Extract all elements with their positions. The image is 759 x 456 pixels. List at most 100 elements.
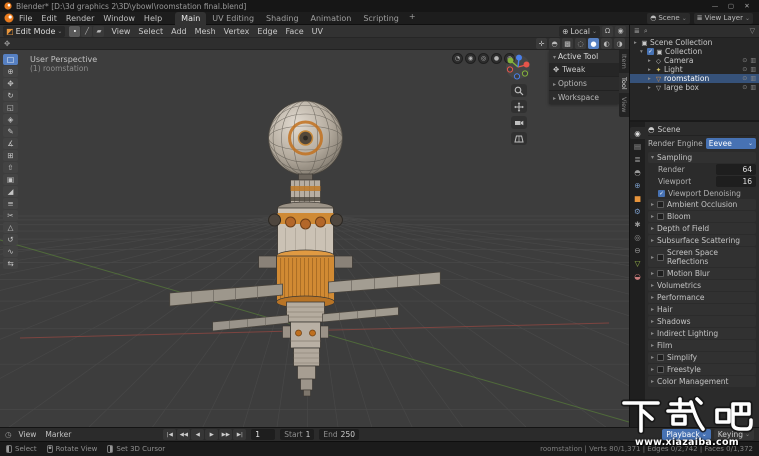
jump-to-end-button[interactable]: ▶| bbox=[233, 429, 247, 440]
section-screen-space-reflections[interactable]: ▸ Screen Space Reflections bbox=[648, 247, 756, 267]
outliner-row-collection[interactable]: ▾ ✓ ▣ Collection bbox=[630, 47, 759, 56]
menu-render[interactable]: Render bbox=[62, 12, 98, 25]
tool-loop-cut[interactable]: ≡ bbox=[3, 198, 18, 209]
outliner-display-icon[interactable]: ≣ bbox=[634, 27, 640, 35]
active-tool-row[interactable]: ✥ Tweak bbox=[549, 63, 619, 76]
close-button[interactable]: ✕ bbox=[739, 0, 755, 12]
menu-vertex[interactable]: Vertex bbox=[221, 27, 253, 36]
tool-bevel[interactable]: ◢ bbox=[3, 186, 18, 197]
minimize-button[interactable]: — bbox=[707, 0, 723, 12]
timeline-menu-view[interactable]: View bbox=[17, 430, 39, 439]
tab-render[interactable]: ◉ bbox=[630, 127, 645, 139]
timeline-menu-marker[interactable]: Marker bbox=[43, 430, 73, 439]
show-overlays-button[interactable]: ◎ bbox=[478, 53, 489, 64]
workspace-tab-uv-editing[interactable]: UV Editing bbox=[206, 12, 260, 25]
options-section[interactable]: ▸ Options bbox=[549, 76, 619, 90]
shading-wireframe-button[interactable]: ◌ bbox=[575, 38, 586, 49]
keying-menu[interactable]: Keying ⌄ bbox=[713, 429, 754, 440]
workspace-tab-main[interactable]: Main bbox=[175, 11, 207, 25]
show-gizmos-button[interactable]: ◉ bbox=[465, 53, 476, 64]
menu-mesh[interactable]: Mesh bbox=[192, 27, 219, 36]
workspace-section[interactable]: ▸ Workspace bbox=[549, 90, 619, 104]
outliner-row-large-box[interactable]: ▸ ▽ large box ⊙ ▥ bbox=[630, 83, 759, 92]
render-engine-dropdown[interactable]: Eevee ⌄ bbox=[705, 138, 756, 149]
face-select-button[interactable]: ▰ bbox=[93, 25, 105, 37]
tab-output[interactable]: ▤ bbox=[630, 140, 645, 152]
tab-world[interactable]: ⊕ bbox=[630, 179, 645, 191]
tab-object-data[interactable]: ▽ bbox=[630, 257, 645, 269]
camera-view-button[interactable] bbox=[511, 116, 527, 129]
view-layer-selector[interactable]: ≣ View Layer ⌄ bbox=[693, 12, 753, 24]
eye-icon[interactable]: ⊙ bbox=[742, 57, 747, 64]
section-checkbox[interactable] bbox=[657, 366, 665, 373]
workspace-tab-shading[interactable]: Shading bbox=[260, 12, 305, 25]
menu-add[interactable]: Add bbox=[168, 27, 190, 36]
viewport-samples-field[interactable]: 16 bbox=[716, 176, 756, 187]
scene-selector[interactable]: ◓ Scene ⌄ bbox=[647, 12, 690, 24]
outliner-row-scene-collection[interactable]: ▸ ▣ Scene Collection bbox=[630, 38, 759, 47]
render-visibility-icon[interactable]: ▥ bbox=[750, 57, 756, 64]
play-button[interactable]: ▶ bbox=[205, 429, 219, 440]
frame-start-field[interactable]: Start 1 bbox=[280, 429, 315, 440]
viewport-denoising-checkbox[interactable]: ✓ bbox=[658, 190, 665, 197]
section-freestyle[interactable]: ▸ Freestyle bbox=[648, 364, 756, 375]
tool-cursor[interactable]: ⊕ bbox=[3, 66, 18, 77]
show-gizmo-toggle[interactable]: ✛ bbox=[536, 38, 547, 49]
vertex-select-button[interactable]: ∙ bbox=[69, 25, 81, 37]
prev-keyframe-button[interactable]: ◀◀ bbox=[177, 429, 191, 440]
tool-spin[interactable]: ↺ bbox=[3, 234, 18, 245]
next-keyframe-button[interactable]: ▶▶ bbox=[219, 429, 233, 440]
maximize-button[interactable]: ▢ bbox=[723, 0, 739, 12]
eye-icon[interactable]: ⊙ bbox=[742, 66, 747, 73]
section-subsurface-scattering[interactable]: ▸ Subsurface Scattering bbox=[648, 235, 756, 246]
section-indirect-lighting[interactable]: ▸ Indirect Lighting bbox=[648, 328, 756, 339]
add-workspace-button[interactable]: + bbox=[405, 12, 420, 25]
tab-material[interactable]: ◒ bbox=[630, 270, 645, 282]
section-volumetrics[interactable]: ▸ Volumetrics bbox=[648, 280, 756, 291]
render-samples-field[interactable]: 64 bbox=[716, 164, 756, 175]
proportional-edit-toggle[interactable]: ◉ bbox=[615, 25, 626, 37]
tool-add-cube[interactable]: ⊞ bbox=[3, 150, 18, 161]
frame-end-field[interactable]: End 250 bbox=[319, 429, 359, 440]
snap-magnet-toggle[interactable]: Ω bbox=[602, 25, 613, 37]
menu-edit[interactable]: Edit bbox=[37, 12, 61, 25]
current-frame-field[interactable]: 1 bbox=[251, 429, 276, 440]
outliner-row-light[interactable]: ▸ ✦ Light ⊙ ▥ bbox=[630, 65, 759, 74]
tab-object[interactable]: ■ bbox=[630, 192, 645, 204]
section-color-management[interactable]: ▸ Color Management bbox=[648, 376, 756, 387]
tab-view-layer[interactable]: ≣ bbox=[630, 153, 645, 165]
blender-menu-icon[interactable] bbox=[4, 13, 14, 23]
tool-transform[interactable]: ◈ bbox=[3, 114, 18, 125]
edge-select-button[interactable]: ╱ bbox=[81, 25, 93, 37]
menu-select[interactable]: Select bbox=[135, 27, 166, 36]
mode-dropdown[interactable]: ◩ Edit Mode ⌄ bbox=[3, 25, 66, 37]
section-checkbox[interactable] bbox=[657, 253, 665, 261]
eye-icon[interactable]: ⊙ bbox=[742, 84, 747, 91]
tool-measure[interactable]: ∡ bbox=[3, 138, 18, 149]
section-depth-of-field[interactable]: ▸ Depth of Field bbox=[648, 223, 756, 234]
section-film[interactable]: ▸ Film bbox=[648, 340, 756, 351]
tool-scale[interactable]: ◱ bbox=[3, 102, 18, 113]
workspace-tab-animation[interactable]: Animation bbox=[305, 12, 358, 25]
section-hair[interactable]: ▸ Hair bbox=[648, 304, 756, 315]
search-icon[interactable]: ⌕ bbox=[644, 27, 648, 36]
section-simplify[interactable]: ▸ Simplify bbox=[648, 352, 756, 363]
shading-solid-button[interactable]: ● bbox=[491, 53, 502, 64]
section-motion-blur[interactable]: ▸ Motion Blur bbox=[648, 268, 756, 279]
play-reverse-button[interactable]: ◀ bbox=[191, 429, 205, 440]
menu-edge[interactable]: Edge bbox=[254, 27, 280, 36]
tool-edge-slide[interactable]: ⇆ bbox=[3, 258, 18, 269]
tab-physics[interactable]: ◎ bbox=[630, 231, 645, 243]
tab-modifiers[interactable]: ⚙ bbox=[630, 205, 645, 217]
menu-file[interactable]: File bbox=[15, 12, 36, 25]
tool-knife[interactable]: ✂ bbox=[3, 210, 18, 221]
workspace-tab-scripting[interactable]: Scripting bbox=[357, 12, 405, 25]
jump-to-start-button[interactable]: |◀ bbox=[163, 429, 177, 440]
section-bloom[interactable]: ▸ Bloom bbox=[648, 211, 756, 222]
shading-material-button[interactable]: ◐ bbox=[601, 38, 612, 49]
menu-window[interactable]: Window bbox=[99, 12, 139, 25]
menu-uv[interactable]: UV bbox=[309, 27, 326, 36]
render-visibility-icon[interactable]: ▥ bbox=[750, 84, 756, 91]
xray-toggle[interactable]: ▩ bbox=[562, 38, 573, 49]
outliner-row-roomstation[interactable]: ▸ ▽ roomstation ⊙ ▥ bbox=[630, 74, 759, 83]
